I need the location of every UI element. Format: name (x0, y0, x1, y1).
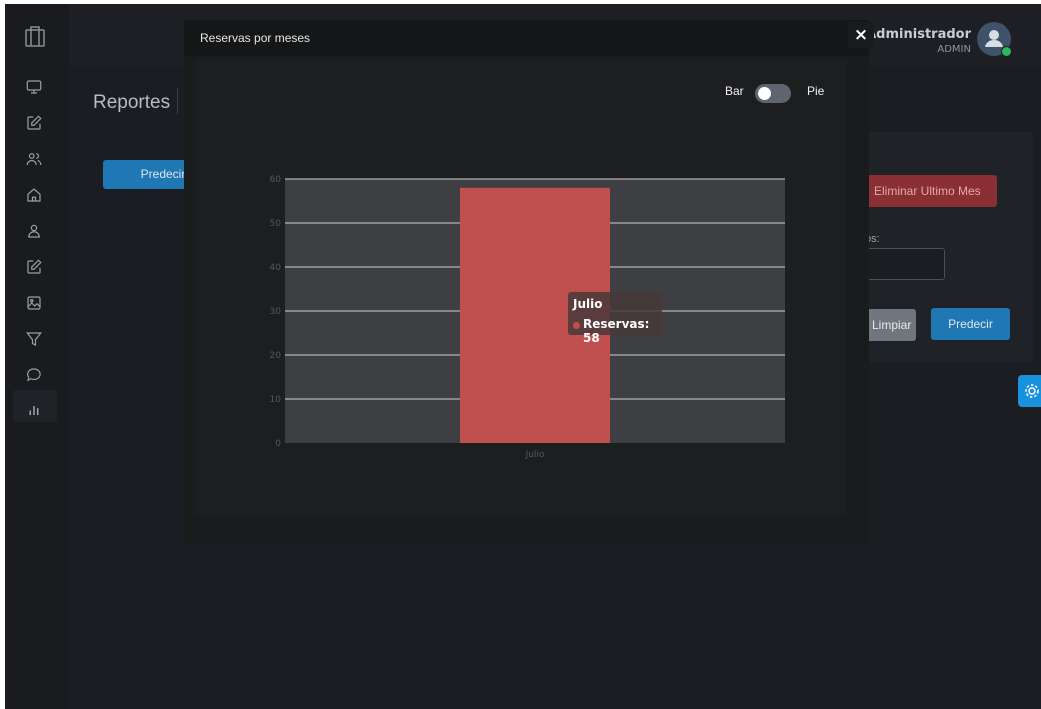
sidebar-item-monitor[interactable] (23, 76, 45, 98)
close-icon: × (853, 25, 869, 45)
users-icon (26, 153, 42, 166)
bar-chart-icon (29, 406, 39, 415)
page-title: Reportes (93, 92, 171, 113)
toggle-pie-label: Pie (807, 84, 825, 98)
toggle-bar-label: Bar (725, 84, 744, 98)
edit-icon (27, 259, 42, 274)
sidebar (5, 4, 69, 709)
close-button[interactable]: × (848, 22, 874, 48)
online-status-dot (1001, 46, 1012, 57)
y-tick-label: 10 (270, 395, 282, 405)
sidebar-item-image[interactable] (23, 292, 45, 314)
tooltip-series-dot (573, 322, 580, 329)
user-role: ADMIN (937, 44, 971, 55)
x-tick-label: Julio (525, 450, 545, 460)
sidebar-item-edit[interactable] (23, 112, 45, 134)
monitor-icon (26, 80, 42, 94)
sidebar-item-users[interactable] (23, 148, 45, 170)
reservas-bar-chart: 0 10 20 30 40 50 60 Julio (270, 175, 785, 460)
app-window: Administrador ADMIN Reportes Predecir El… (5, 4, 1041, 709)
y-tick-label: 50 (270, 219, 282, 229)
y-tick-label: 0 (275, 439, 281, 449)
tooltip-title: Julio (573, 297, 603, 311)
image-icon (27, 296, 41, 310)
modal-header: Reservas por meses (184, 20, 869, 56)
title-divider (177, 88, 178, 114)
sidebar-item-user[interactable] (23, 220, 45, 242)
sidebar-item-filter[interactable] (23, 328, 45, 350)
gear-icon (1025, 384, 1039, 398)
y-tick-label: 40 (270, 263, 282, 273)
y-tick-label: 30 (270, 307, 282, 317)
sidebar-item-edit-2[interactable] (23, 256, 45, 278)
sidebar-item-reports[interactable] (23, 398, 45, 420)
user-icon (28, 224, 40, 238)
predecir-button[interactable]: Predecir (931, 308, 1010, 340)
sidebar-item-home[interactable] (23, 184, 45, 206)
eliminar-ultimo-mes-button[interactable]: Eliminar Ultimo Mes (860, 175, 997, 207)
chart-tooltip: Julio Reservas: 58 (568, 292, 662, 345)
filter-icon (26, 332, 42, 346)
toggle-knob (758, 87, 771, 100)
tooltip-value: Reservas: 58 (583, 317, 650, 345)
settings-gear-button[interactable] (1018, 375, 1041, 407)
sidebar-item-chat[interactable] (23, 364, 45, 386)
y-tick-label: 60 (270, 175, 282, 185)
home-icon (27, 188, 41, 202)
chat-icon (27, 368, 41, 382)
briefcase-logo-icon (25, 26, 45, 47)
edit-icon (27, 115, 42, 130)
modal-title: Reservas por meses (200, 31, 311, 45)
user-name: Administrador (866, 27, 971, 42)
y-tick-label: 20 (270, 351, 282, 361)
